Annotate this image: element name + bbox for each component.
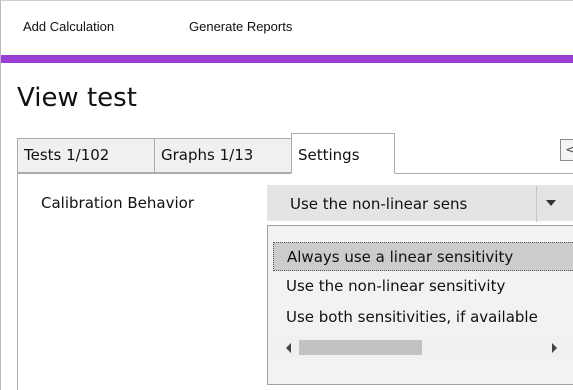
option-both-sensitivities[interactable]: Use both sensitivities, if available (273, 303, 573, 332)
menu-generate-reports[interactable]: Generate Reports (189, 19, 292, 34)
tab-strip: Tests 1/102 Graphs 1/13 Settings < (17, 133, 573, 174)
chevron-down-icon[interactable] (546, 200, 556, 206)
calibration-behavior-combobox[interactable]: Use the non-linear sens (267, 185, 573, 222)
tab-settings-label: Settings (298, 146, 360, 164)
dropdown-horizontal-scrollbar[interactable] (273, 336, 573, 358)
option-linear-sensitivity[interactable]: Always use a linear sensitivity (273, 242, 573, 271)
calibration-dropdown-list: Always use a linear sensitivity Use the … (267, 225, 573, 385)
app-window: Add Calculation Generate Reports View te… (0, 0, 573, 390)
menu-bar: Add Calculation Generate Reports (1, 1, 573, 55)
scroll-left-icon[interactable]: < (560, 139, 573, 161)
scrollbar-thumb[interactable] (299, 340, 422, 355)
menu-add-calculation[interactable]: Add Calculation (23, 19, 114, 34)
arrow-left-icon[interactable] (286, 343, 291, 353)
settings-panel: Calibration Behavior Use the non-linear … (17, 173, 573, 390)
option-non-linear-sensitivity[interactable]: Use the non-linear sensitivity (273, 272, 573, 301)
tab-tests[interactable]: Tests 1/102 (17, 138, 155, 173)
combobox-divider (536, 186, 537, 222)
tab-tests-label: Tests 1/102 (24, 146, 110, 164)
arrow-right-icon[interactable] (552, 343, 557, 353)
tab-graphs-label: Graphs 1/13 (161, 146, 254, 164)
tab-settings[interactable]: Settings (291, 133, 395, 174)
calibration-behavior-label: Calibration Behavior (41, 194, 194, 212)
accent-bar (1, 55, 573, 63)
tab-graphs[interactable]: Graphs 1/13 (154, 138, 292, 173)
combobox-selected-value: Use the non-linear sens (290, 195, 468, 213)
page-title: View test (17, 83, 137, 113)
